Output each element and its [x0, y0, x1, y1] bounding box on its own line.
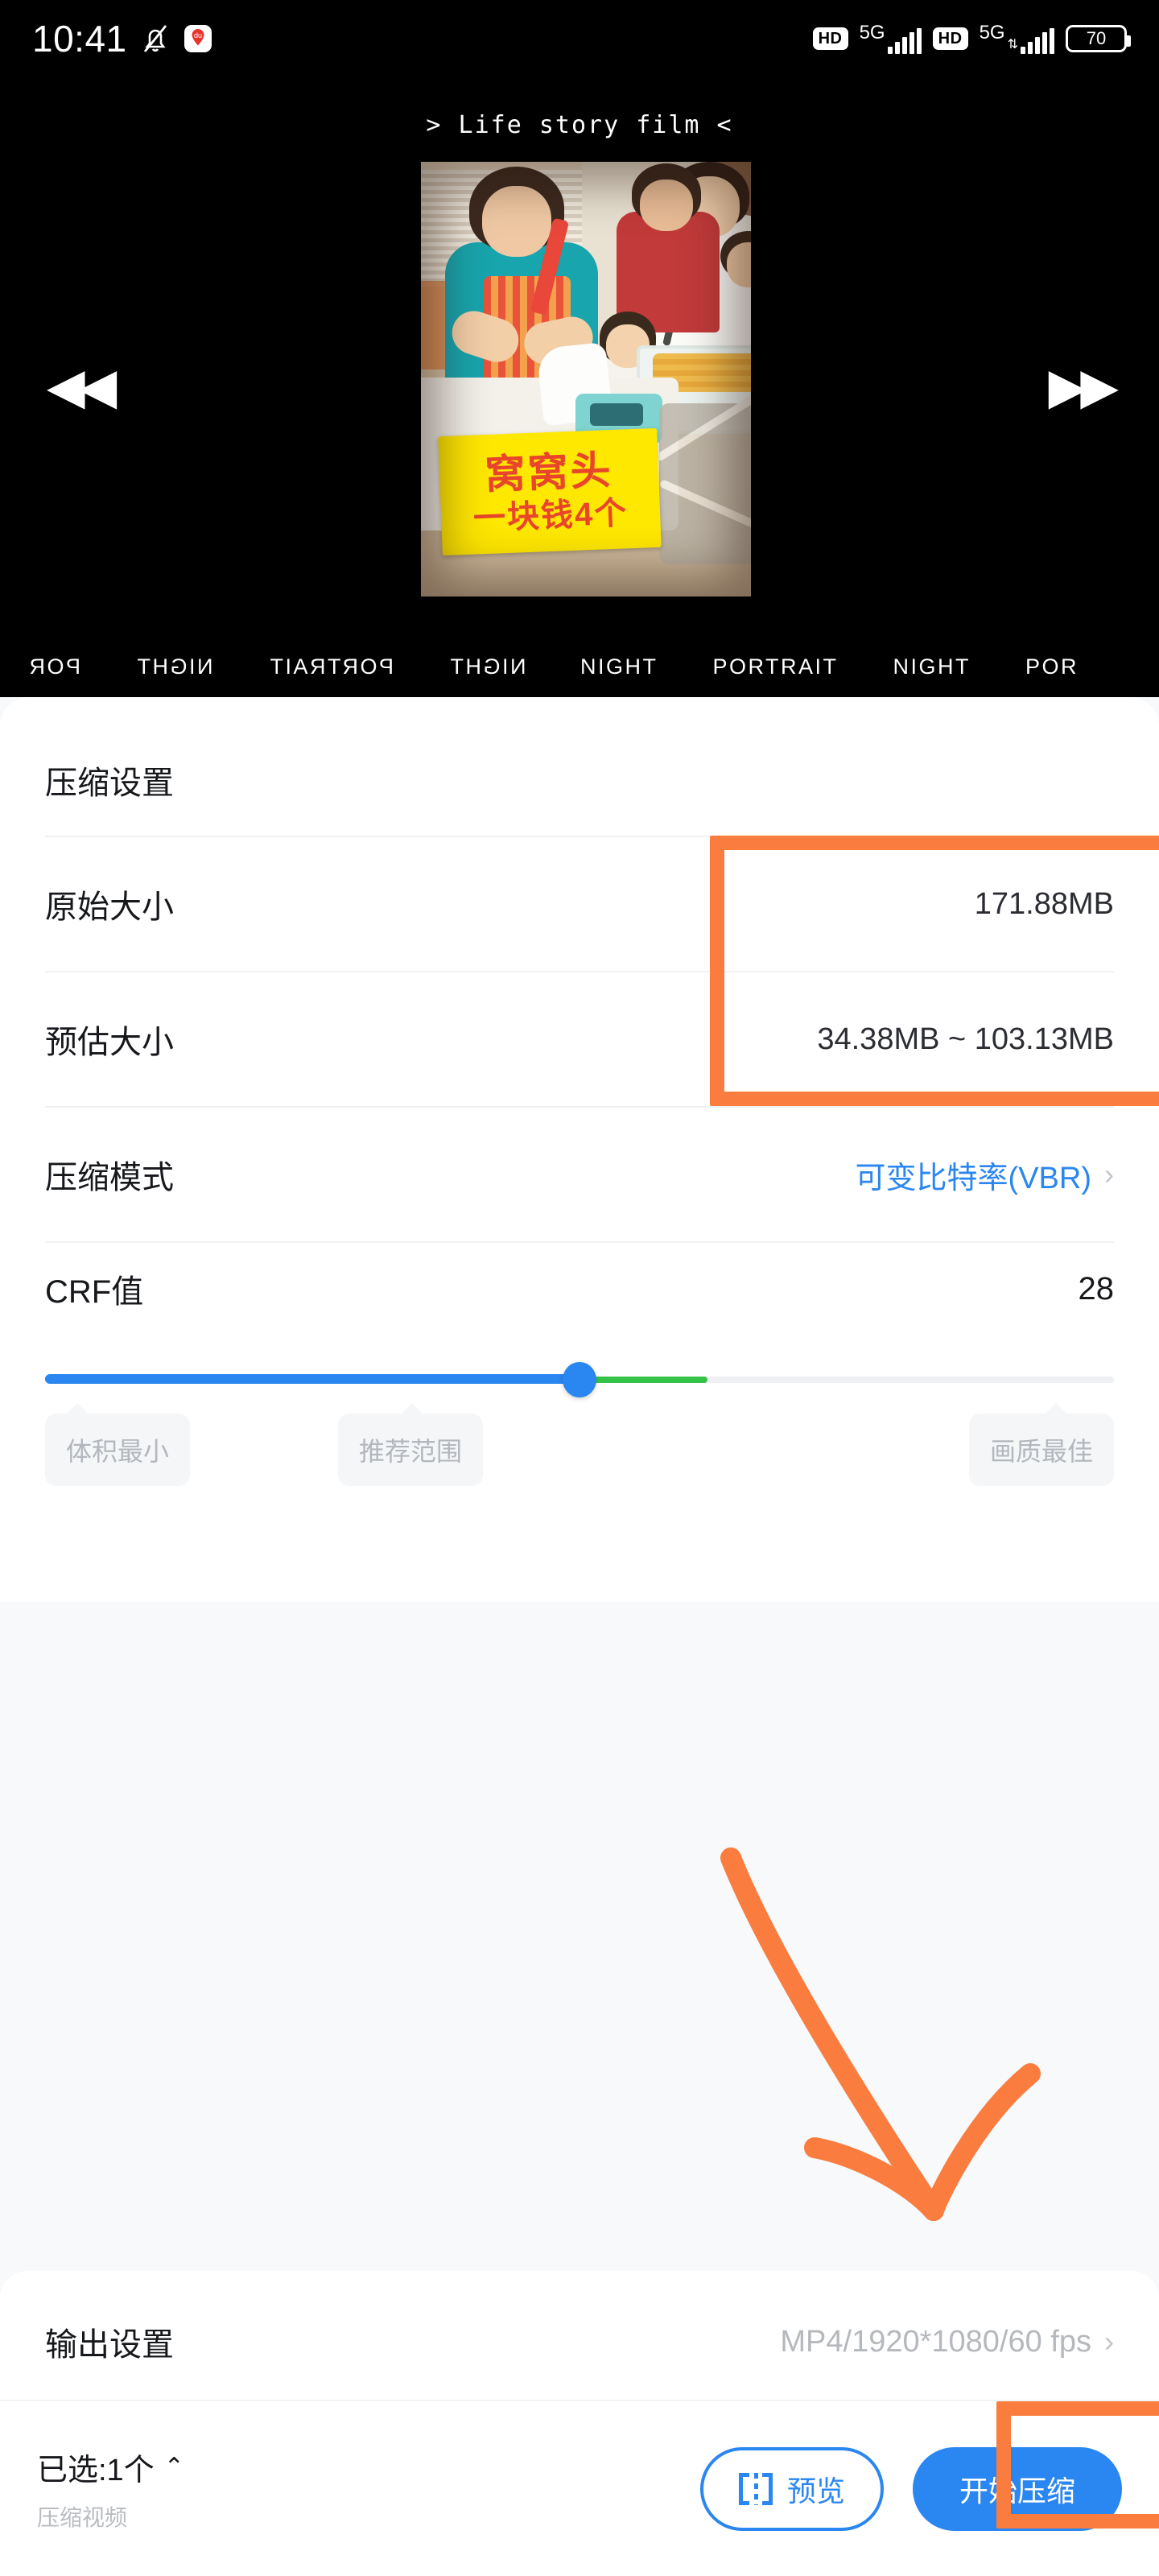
- crf-value: 28: [1078, 1270, 1115, 1307]
- status-bar: 10:41 du HD 5G HD 5G ⇅ 70: [0, 0, 1159, 77]
- page-title: 压缩设置: [45, 766, 174, 801]
- row-label: 原始大小: [45, 890, 174, 925]
- row-estimated-size: 预估大小 34.38MB ~ 103.13MB: [0, 972, 1159, 1106]
- crf-label: CRF值: [45, 1274, 144, 1310]
- map-app-icon: du: [184, 25, 212, 52]
- signal-group-1: 5G: [860, 23, 922, 54]
- row-label: 预估大小: [45, 1025, 174, 1060]
- crf-hint-row: 体积最小 推荐范围 画质最佳: [45, 1403, 1114, 1502]
- preview-button-label: 预览: [786, 2474, 845, 2508]
- battery-level: 70: [1086, 28, 1107, 48]
- signal-group-2: 5G ⇅: [980, 23, 1054, 54]
- selection-subtitle: 压缩视频: [37, 2505, 128, 2530]
- output-settings-control[interactable]: MP4/1920*1080/60 fps ›: [780, 2325, 1114, 2359]
- row-crf: CRF值 28: [0, 1228, 1159, 1349]
- compression-mode-control[interactable]: 可变比特率(VBR) ›: [856, 1153, 1114, 1197]
- hd-badge-2: HD: [932, 27, 968, 50]
- battery-icon: 70: [1066, 25, 1131, 52]
- status-bar-left: 10:41 du: [32, 17, 212, 60]
- hint-smallest-size: 体积最小: [45, 1403, 191, 1486]
- fast-forward-icon[interactable]: ▶▶: [1049, 362, 1119, 412]
- data-transfer-icon: ⇅: [1007, 38, 1018, 52]
- bell-muted-icon: [143, 25, 167, 52]
- mode-item[interactable]: NIGHT: [108, 654, 241, 679]
- svg-text:du: du: [194, 31, 202, 39]
- chevron-right-icon: ›: [1104, 2325, 1114, 2358]
- video-thumbnail[interactable]: 窝窝头 一块钱4个: [421, 162, 751, 597]
- camera-mode-strip[interactable]: POR NIGHT PORTRAIT NIGHT NIGHT PORTRAIT …: [0, 636, 1159, 697]
- action-buttons: 预览 开始压缩: [699, 2446, 1122, 2531]
- estimated-size-value: 34.38MB ~ 103.13MB: [817, 1022, 1114, 1056]
- status-clock: 10:41: [32, 18, 127, 60]
- output-settings-card: 输出设置 MP4/1920*1080/60 fps ›: [0, 2271, 1159, 2400]
- row-compression-mode[interactable]: 压缩模式 可变比特率(VBR) ›: [0, 1108, 1159, 1241]
- compression-settings-card: 压缩设置 原始大小 171.88MB 预估大小 34.38MB ~ 103.13…: [0, 697, 1159, 1602]
- hint-recommended-range: 推荐范围: [338, 1403, 484, 1486]
- start-compression-label: 开始压缩: [959, 2474, 1075, 2508]
- chevron-up-icon[interactable]: ⌃: [164, 2453, 184, 2481]
- video-preview-area[interactable]: > Life story film < 窝窝头 一块钱4个 ◀◀ ▶▶: [0, 77, 1159, 697]
- network-type-2: 5G: [979, 22, 1005, 43]
- compression-sheet: 压缩设置 原始大小 171.88MB 预估大小 34.38MB ~ 103.13…: [0, 697, 1159, 2576]
- selected-count[interactable]: 已选:1个 ⌃: [37, 2445, 184, 2489]
- hd-badge-1: HD: [812, 27, 848, 50]
- slider-filled-track: [45, 1374, 580, 1384]
- mode-item[interactable]: NIGHT: [866, 654, 999, 679]
- selection-summary[interactable]: 已选:1个 ⌃ 压缩视频: [37, 2445, 184, 2533]
- status-bar-right: HD 5G HD 5G ⇅ 70: [812, 23, 1131, 54]
- mode-item[interactable]: PORTRAIT: [241, 654, 421, 679]
- output-settings-label: 输出设置: [45, 2327, 174, 2363]
- signal-bars-2: [1021, 28, 1054, 54]
- selected-count-text: 已选:1个: [37, 2454, 155, 2487]
- slider-thumb[interactable]: [563, 1362, 596, 1397]
- row-original-size: 原始大小 171.88MB: [0, 837, 1159, 971]
- phone-screen: 10:41 du HD 5G HD 5G ⇅ 70 > Life story f…: [0, 0, 1159, 2576]
- bottom-action-bar: 已选:1个 ⌃ 压缩视频 预览 开始压缩: [0, 2400, 1159, 2576]
- mode-item[interactable]: POR: [998, 654, 1106, 679]
- mode-item[interactable]: POR: [0, 654, 108, 679]
- preview-button[interactable]: 预览: [699, 2446, 884, 2531]
- hint-best-quality: 画质最佳: [968, 1403, 1114, 1486]
- start-compression-button[interactable]: 开始压缩: [912, 2446, 1122, 2531]
- signal-bars-1: [887, 28, 922, 54]
- output-settings-value: MP4/1920*1080/60 fps: [780, 2324, 1091, 2359]
- crf-slider[interactable]: [45, 1357, 1114, 1401]
- compare-split-icon: [738, 2472, 773, 2505]
- original-size-value: 171.88MB: [974, 886, 1114, 921]
- mode-item[interactable]: PORTRAIT: [686, 654, 866, 679]
- mode-item[interactable]: NIGHT: [421, 654, 554, 679]
- row-label: 压缩模式: [45, 1160, 174, 1195]
- rewind-icon[interactable]: ◀◀: [47, 362, 117, 412]
- row-output-settings[interactable]: 输出设置 MP4/1920*1080/60 fps ›: [0, 2284, 1159, 2400]
- thumbnail-scene: 窝窝头 一块钱4个: [421, 162, 751, 597]
- chevron-right-icon: ›: [1104, 1158, 1114, 1191]
- video-title: > Life story film <: [426, 111, 733, 139]
- mode-item[interactable]: NIGHT: [553, 654, 686, 679]
- compression-mode-value: 可变比特率(VBR): [855, 1161, 1091, 1195]
- network-type-1: 5G: [859, 22, 885, 43]
